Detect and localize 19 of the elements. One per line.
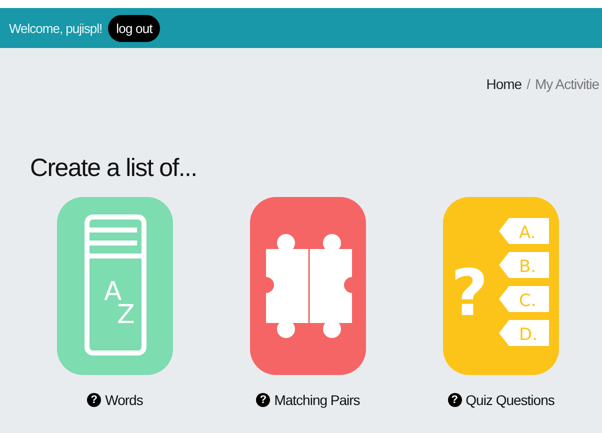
tile-label[interactable]: Words: [105, 392, 143, 408]
help-icon[interactable]: ?: [256, 393, 270, 407]
question-mark: ?: [451, 257, 488, 331]
answer-letter: D.: [519, 325, 538, 345]
welcome-text: Welcome, pujispl!: [9, 20, 102, 36]
answer-letter: B.: [519, 257, 536, 277]
breadcrumb-link[interactable]: Home: [486, 76, 522, 92]
puzzle-tile[interactable]: [250, 197, 366, 375]
help-icon[interactable]: ?: [448, 393, 462, 407]
page-heading: Create a list of...: [30, 154, 198, 183]
tile-label[interactable]: Quiz Questions: [466, 392, 554, 408]
breadcrumb-separator: /: [526, 76, 530, 92]
logout-button[interactable]: log out: [108, 14, 160, 42]
answer-letter: C.: [519, 291, 536, 311]
puzzle-icon: [266, 234, 352, 338]
tile-label[interactable]: Matching Pairs: [274, 392, 360, 408]
answer-letter: A.: [519, 223, 536, 243]
letter: Z: [117, 300, 135, 330]
help-icon[interactable]: ?: [87, 393, 102, 407]
